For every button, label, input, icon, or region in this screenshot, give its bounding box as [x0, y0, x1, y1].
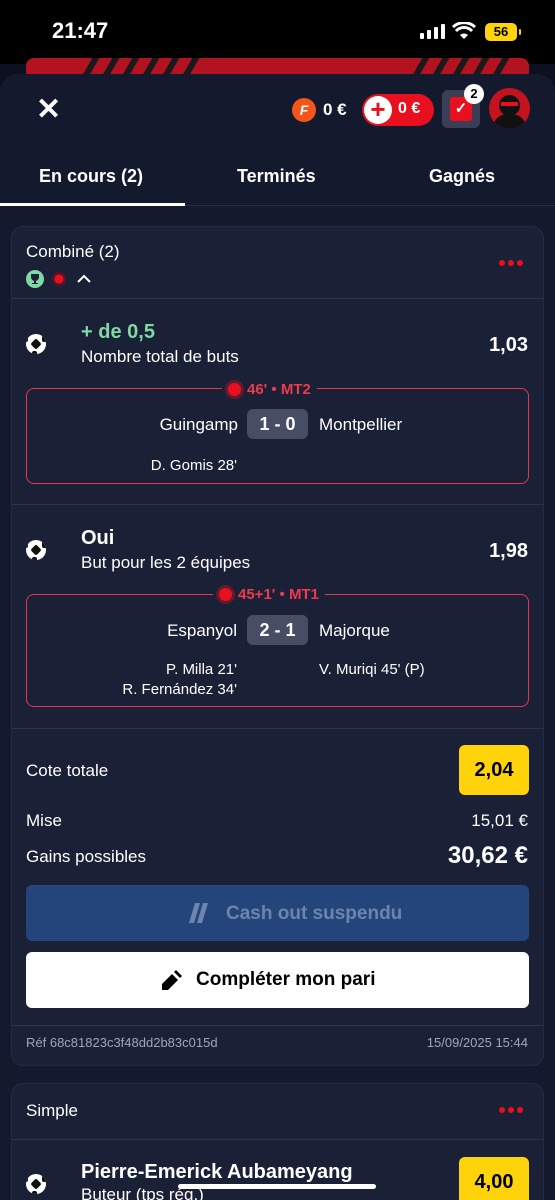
signal-icon — [420, 24, 445, 39]
close-icon[interactable]: ✕ — [36, 95, 61, 125]
tab-termines[interactable]: Terminés — [237, 166, 316, 187]
bet-slip-count-badge: 2 — [464, 84, 484, 104]
football-icon — [26, 1174, 46, 1194]
home-team: Espanyol — [167, 621, 237, 640]
cashout-label: Cash out suspendu — [226, 903, 403, 924]
active-tab-indicator — [0, 203, 185, 206]
more-options-icon[interactable] — [499, 260, 523, 266]
divider — [12, 1139, 543, 1140]
total-odds-label: Cote totale — [26, 761, 109, 780]
stake-label: Mise — [26, 811, 62, 830]
edit-slip-icon — [162, 970, 182, 990]
live-match-box[interactable] — [26, 594, 529, 707]
home-scorer: R. Fernández 34' — [122, 681, 237, 698]
football-icon — [26, 334, 46, 354]
divider — [12, 504, 543, 505]
live-status: 45+1' • MT1 — [213, 585, 325, 603]
selection-odds: 1,98 — [489, 540, 528, 562]
match-score: 1 - 0 — [247, 409, 308, 439]
wifi-icon — [452, 22, 476, 39]
live-status-text: 46' • MT2 — [247, 380, 311, 398]
trophy-icon — [26, 270, 44, 288]
live-dot-icon — [228, 382, 241, 396]
home-scorer: P. Milla 21' — [166, 661, 237, 678]
selection-market: But pour les 2 équipes — [81, 553, 251, 572]
cashout-icon — [189, 903, 208, 923]
bet-slip-button[interactable]: ✓ 2 — [442, 84, 484, 128]
total-odds-value: 2,04 — [459, 745, 529, 795]
live-dot-icon — [219, 587, 232, 601]
stake-value: 15,01 € — [471, 811, 528, 830]
tab-gagnes[interactable]: Gagnés — [429, 166, 495, 187]
divider — [12, 298, 543, 299]
live-icon — [52, 272, 66, 286]
bonus-balance-button[interactable]: + 0 € — [362, 94, 434, 126]
away-team: Montpellier — [319, 415, 403, 434]
match-score: 2 - 1 — [247, 615, 308, 645]
tab-en-cours[interactable]: En cours (2) — [39, 166, 143, 187]
home-scorer: D. Gomis 28' — [150, 457, 237, 474]
selection-player: Pierre-Emerick Aubameyang — [81, 1161, 353, 1183]
selection-pick: Oui — [81, 527, 115, 549]
avatar[interactable] — [489, 88, 530, 129]
bet-type-title: Simple — [26, 1101, 78, 1120]
bet-reference: Réf 68c81823c3f48dd2b83c015d — [26, 1035, 218, 1050]
away-team: Majorque — [319, 621, 390, 640]
coin-balance[interactable]: 0 € — [323, 100, 347, 120]
divider — [12, 1025, 543, 1026]
selection-odds: 1,03 — [489, 334, 528, 356]
live-status-text: 45+1' • MT1 — [238, 585, 319, 603]
away-scorer: V. Muriqi 45' (P) — [319, 661, 425, 678]
plus-icon: + — [364, 96, 392, 124]
single-odds-value: 4,00 — [459, 1157, 529, 1200]
live-status: 46' • MT2 — [222, 380, 317, 398]
home-indicator[interactable] — [178, 1184, 376, 1189]
cashout-button[interactable]: Cash out suspendu — [26, 885, 529, 941]
battery-icon: 56 — [485, 23, 521, 41]
home-team: Guingamp — [159, 415, 238, 434]
selection-market: Nombre total de buts — [81, 347, 239, 366]
more-options-icon[interactable] — [499, 1107, 523, 1113]
coin-icon: F — [292, 98, 316, 122]
status-time: 21:47 — [52, 18, 109, 43]
bonus-balance: 0 € — [398, 100, 421, 117]
complete-bet-label: Compléter mon pari — [196, 969, 376, 990]
potential-win-value: 30,62 € — [447, 842, 528, 869]
status-bar: 21:47 56 — [0, 0, 555, 64]
complete-bet-button[interactable]: Compléter mon pari — [26, 952, 529, 1008]
divider — [12, 728, 543, 729]
bet-date: 15/09/2025 15:44 — [426, 1035, 528, 1050]
chevron-up-icon[interactable] — [76, 272, 92, 284]
bet-type-title: Combiné (2) — [26, 242, 120, 261]
selection-pick: + de 0,5 — [81, 321, 155, 343]
potential-win-label: Gains possibles — [26, 847, 147, 866]
football-icon — [26, 540, 46, 560]
